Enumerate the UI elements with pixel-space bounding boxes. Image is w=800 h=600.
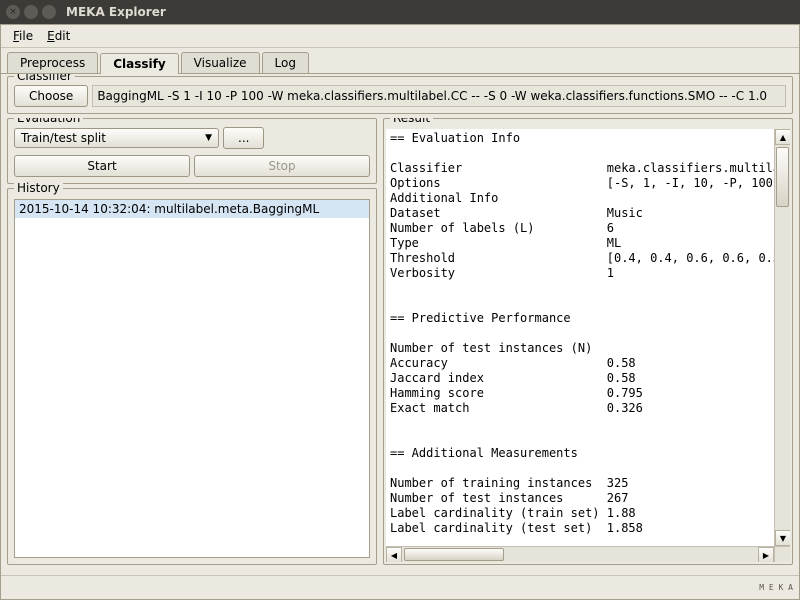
scroll-thumb-vertical[interactable] (776, 147, 789, 207)
tab-classify[interactable]: Classify (100, 53, 178, 74)
menu-file[interactable]: File (7, 27, 39, 45)
history-group: History 2015-10-14 10:32:04: multilabel.… (7, 188, 377, 565)
start-button[interactable]: Start (14, 155, 190, 177)
tab-preprocess[interactable]: Preprocess (7, 52, 98, 73)
scroll-up-icon[interactable]: ▲ (775, 129, 790, 145)
titlebar: × MEKA Explorer (0, 0, 800, 24)
choose-button[interactable]: Choose (14, 85, 88, 107)
evaluation-mode-select[interactable]: Train/test split ▼ (14, 128, 219, 148)
scroll-right-icon[interactable]: ▶ (758, 547, 774, 562)
evaluation-group: Evaluation Train/test split ▼ ... Start … (7, 118, 377, 184)
tab-visualize[interactable]: Visualize (181, 52, 260, 73)
statusbar: M E K A (1, 575, 799, 599)
classifier-group: Classifier Choose BaggingML -S 1 -I 10 -… (7, 76, 793, 114)
scroll-thumb-horizontal[interactable] (404, 548, 504, 561)
classifier-group-title: Classifier (14, 74, 75, 83)
stop-button: Stop (194, 155, 370, 177)
scroll-corner (774, 546, 790, 562)
evaluation-options-button[interactable]: ... (223, 127, 264, 149)
evaluation-mode-label: Train/test split (21, 131, 106, 145)
history-list[interactable]: 2015-10-14 10:32:04: multilabel.meta.Bag… (14, 199, 370, 558)
evaluation-group-title: Evaluation (14, 118, 83, 125)
result-group-title: Result (390, 118, 433, 125)
minimize-icon[interactable] (24, 5, 38, 19)
close-icon[interactable]: × (6, 5, 20, 19)
scroll-down-icon[interactable]: ▼ (775, 530, 790, 546)
menubar: File Edit (1, 25, 799, 48)
result-group: Result == Evaluation Info Classifier mek… (383, 118, 793, 565)
menu-edit[interactable]: Edit (41, 27, 76, 45)
window-title: MEKA Explorer (66, 5, 166, 19)
scrollbar-vertical[interactable]: ▲ ▼ (774, 129, 790, 546)
tabs: Preprocess Classify Visualize Log (1, 48, 799, 74)
meka-logo: M E K A (759, 584, 793, 591)
classifier-text[interactable]: BaggingML -S 1 -I 10 -P 100 -W meka.clas… (92, 85, 786, 107)
scroll-left-icon[interactable]: ◀ (386, 547, 402, 562)
chevron-down-icon: ▼ (205, 133, 212, 143)
history-item[interactable]: 2015-10-14 10:32:04: multilabel.meta.Bag… (15, 200, 369, 218)
history-group-title: History (14, 181, 63, 195)
tab-log[interactable]: Log (262, 52, 309, 73)
scrollbar-horizontal[interactable]: ◀ ▶ (386, 546, 774, 562)
maximize-icon[interactable] (42, 5, 56, 19)
result-textarea[interactable]: == Evaluation Info Classifier meka.class… (386, 129, 774, 546)
